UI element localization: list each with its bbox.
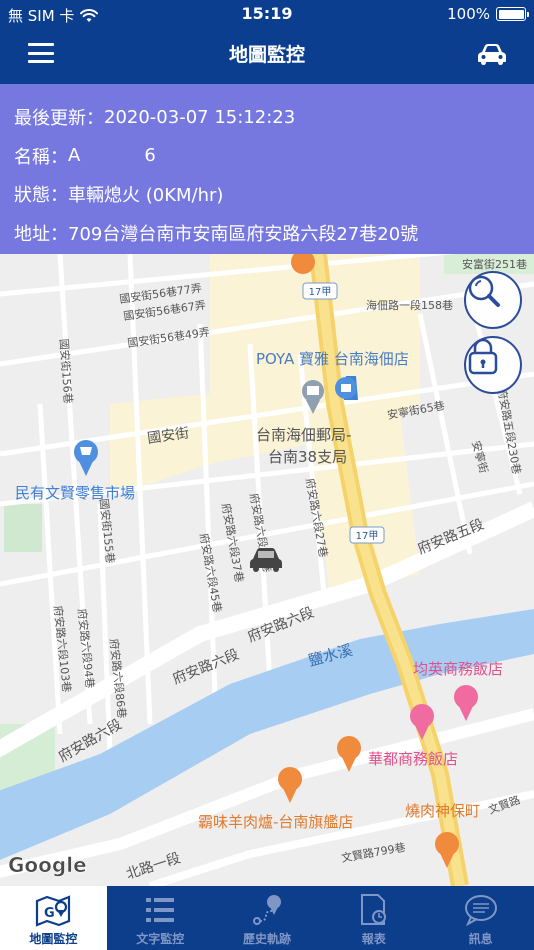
- page-title: 地圖監控: [228, 44, 305, 66]
- lock-icon: [468, 338, 498, 375]
- svg-text:17甲: 17甲: [309, 287, 332, 298]
- road-shield: 17甲: [349, 526, 385, 544]
- map-label: 海佃路一段158巷: [366, 298, 453, 312]
- svg-text:台南海佃郵局-: 台南海佃郵局-: [256, 426, 351, 444]
- info-value: A: [68, 145, 81, 167]
- route-icon: [252, 895, 281, 925]
- info-label: 地址: [14, 223, 50, 245]
- top-bar: 無 SIM 卡 15:19 100% 地圖監控: [0, 0, 534, 84]
- google-logo: Google: [8, 853, 87, 877]
- info-row-address: 地址： 709台灣台南市安南區府安路六段27巷20號: [14, 214, 520, 253]
- lock-button[interactable]: [464, 336, 522, 394]
- info-value: 2020-03-07 15:12:23: [104, 106, 296, 128]
- tab-history-track[interactable]: 歷史軌跡: [214, 886, 321, 950]
- status-bar: 無 SIM 卡 15:19 100%: [0, 0, 534, 28]
- battery-percent: 100%: [447, 5, 490, 23]
- info-label: 狀態: [14, 185, 50, 207]
- svg-text:燒肉神保町: 燒肉神保町: [405, 802, 480, 820]
- svg-text:台南38支局: 台南38支局: [268, 448, 347, 466]
- status-right: 100%: [447, 5, 529, 23]
- battery-icon: [496, 7, 529, 21]
- svg-text:17甲: 17甲: [356, 531, 379, 542]
- tab-label: 歷史軌跡: [242, 932, 291, 946]
- search-zoom-button[interactable]: [464, 271, 522, 329]
- svg-text:POYA 寶雅 台南海佃店: POYA 寶雅 台南海佃店: [256, 350, 409, 368]
- map-label: 安富街251巷: [462, 257, 527, 271]
- info-label: 最後更新: [14, 108, 86, 130]
- report-icon: [360, 894, 386, 925]
- info-value: 車輛熄火 (0KM/hr): [68, 185, 224, 207]
- info-value: 709台灣台南市安南區府安路六段27巷20號: [68, 223, 419, 245]
- list-icon: [146, 898, 175, 922]
- message-icon: [464, 895, 497, 927]
- tab-label: 文字監控: [136, 932, 185, 946]
- tab-label: 報表: [361, 932, 386, 946]
- tab-messages[interactable]: 訊息: [427, 886, 534, 950]
- vehicle-info-panel: 最後更新： 2020-03-07 15:12:23 名稱： A 6 狀態：車輛熄火 (…: [0, 84, 534, 254]
- tab-report[interactable]: 報表: [320, 886, 427, 950]
- info-row-name: 名稱： A 6: [14, 137, 520, 176]
- info-row-last-update: 最後更新： 2020-03-07 15:12:23: [14, 98, 520, 137]
- svg-text:均英商務飯店: 均英商務飯店: [413, 660, 503, 678]
- info-value-extra: 6: [144, 145, 156, 167]
- map-view[interactable]: 17甲 17甲 安富街251巷 海佃路一段158巷 國安街56巷77弄 國安街5…: [0, 254, 534, 886]
- svg-text:霸味羊肉爐-台南旗艦店: 霸味羊肉爐-台南旗艦店: [198, 813, 353, 831]
- tab-text-monitor[interactable]: 文字監控: [107, 886, 214, 950]
- tab-map-monitor[interactable]: G 地圖監控: [0, 886, 107, 950]
- car-icon[interactable]: [476, 42, 508, 66]
- info-label: 名稱: [14, 146, 50, 168]
- map-icon: G: [36, 895, 71, 927]
- svg-text:G: G: [44, 906, 55, 921]
- info-row-status: 狀態：車輛熄火 (0KM/hr): [14, 175, 520, 214]
- magnifier-icon: [468, 275, 500, 307]
- svg-text:民有文賢零售市場: 民有文賢零售市場: [15, 484, 135, 502]
- road-shield: 17甲: [302, 282, 338, 300]
- tab-label: 地圖監控: [29, 932, 78, 946]
- tab-bar: G 地圖監控 文字監控 歷史軌跡 報表 訊息: [0, 886, 534, 950]
- svg-text:華都商務飯店: 華都商務飯店: [368, 750, 458, 768]
- tab-label: 訊息: [468, 932, 493, 946]
